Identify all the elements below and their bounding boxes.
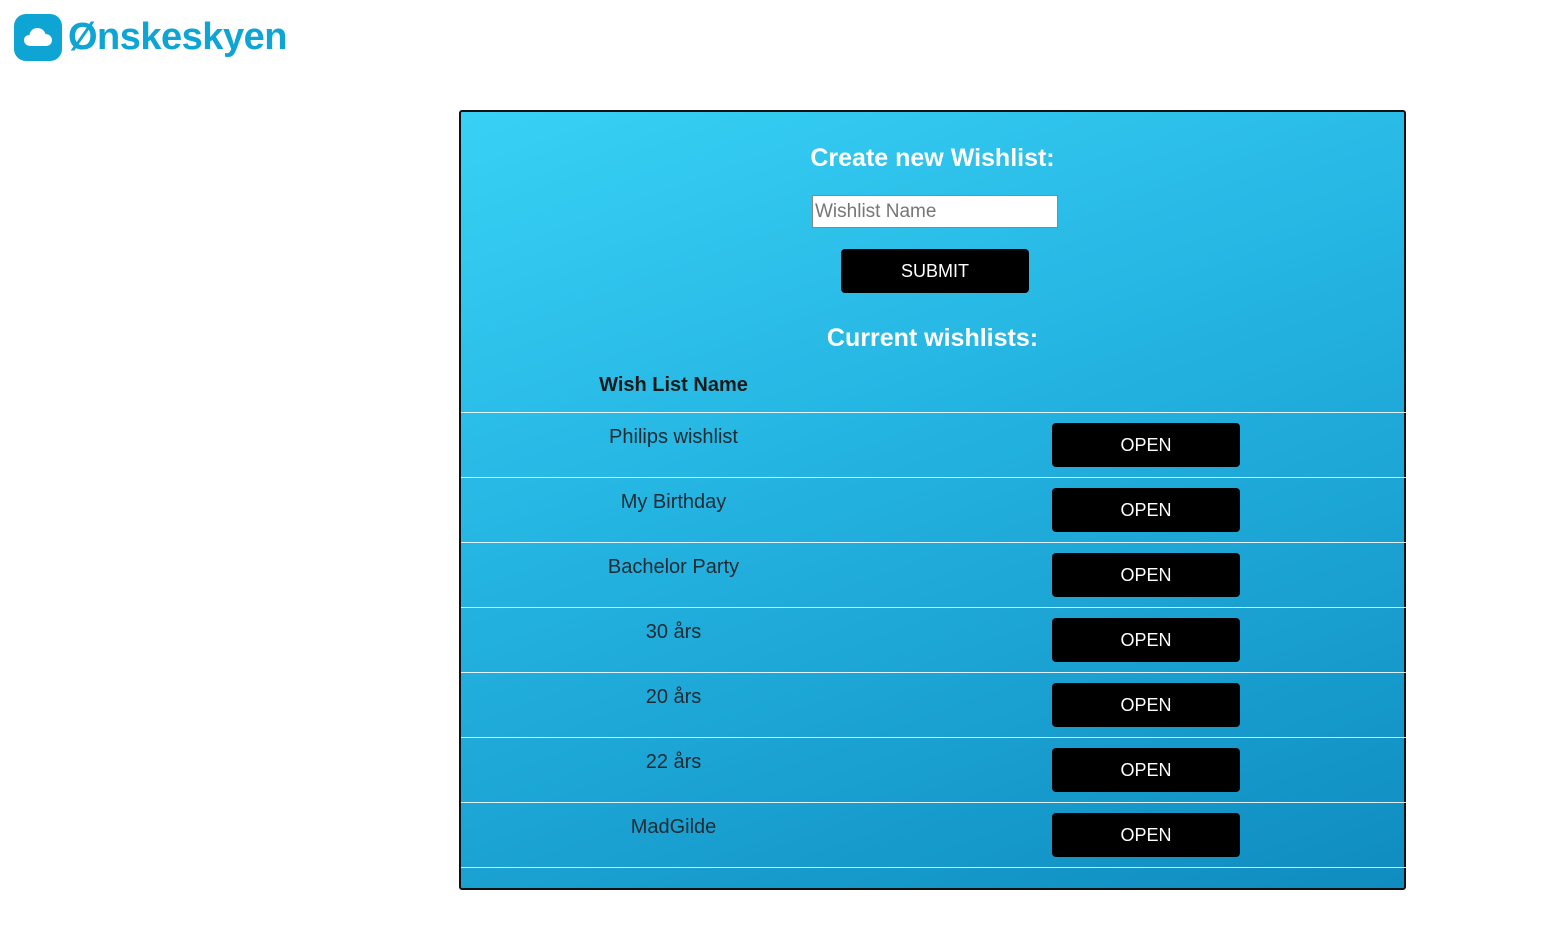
open-button[interactable]: OPEN — [1052, 553, 1240, 597]
column-header-wish-list-name: Wish List Name — [599, 374, 748, 396]
wishlist-name: Bachelor Party — [607, 556, 740, 578]
table-row: My Birthday OPEN — [461, 477, 1406, 542]
submit-button[interactable]: SUBMIT — [841, 249, 1029, 293]
cloud-icon — [14, 13, 62, 61]
open-button[interactable]: OPEN — [1052, 618, 1240, 662]
open-button[interactable]: OPEN — [1052, 423, 1240, 467]
table-row: MadGilde OPEN — [461, 802, 1406, 867]
wishlist-name-input[interactable] — [812, 195, 1058, 228]
wishlist-name: 30 års — [645, 621, 702, 643]
table-row: Philips wishlist OPEN — [461, 412, 1406, 477]
wishlist-name: My Birthday — [620, 491, 727, 513]
open-button[interactable]: OPEN — [1052, 813, 1240, 857]
create-wishlist-heading: Create new Wishlist: — [810, 144, 1055, 172]
open-button[interactable]: OPEN — [1052, 748, 1240, 792]
wishlist-name: 20 års — [645, 686, 702, 708]
table-row: 20 års OPEN — [461, 672, 1406, 737]
table-row: 22 års OPEN — [461, 737, 1406, 802]
wishlist-table: Philips wishlist OPEN My Birthday OPEN Bache… — [461, 412, 1406, 932]
site-logo[interactable]: Ønskeskyen — [14, 13, 287, 61]
wishlist-panel: Create new Wishlist: SUBMIT Current wish… — [459, 110, 1406, 890]
wishlist-name: MadGilde — [630, 816, 717, 838]
wishlist-name: Philips wishlist — [609, 426, 738, 448]
table-row: 30 års OPEN — [461, 607, 1406, 672]
table-row-divider — [461, 867, 1406, 932]
open-button[interactable]: OPEN — [1052, 488, 1240, 532]
current-wishlists-heading: Current wishlists: — [826, 324, 1039, 352]
wishlist-name: 22 års — [645, 751, 702, 773]
brand-name: Ønskeskyen — [68, 16, 287, 58]
table-row: Bachelor Party OPEN — [461, 542, 1406, 607]
open-button[interactable]: OPEN — [1052, 683, 1240, 727]
